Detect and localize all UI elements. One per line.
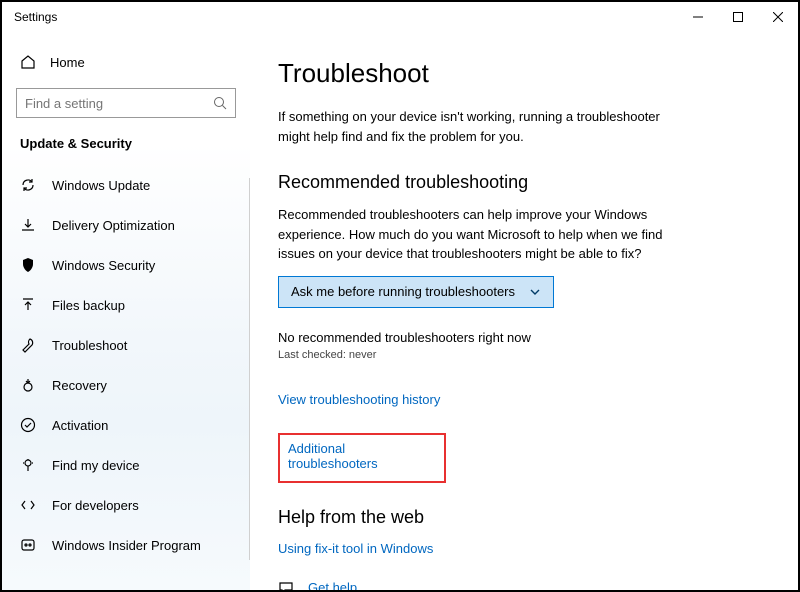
sidebar-item-activation[interactable]: Activation: [2, 405, 250, 445]
recommended-desc: Recommended troubleshooters can help imp…: [278, 205, 678, 264]
search-input[interactable]: [16, 88, 236, 118]
chat-icon: [278, 580, 294, 591]
sidebar-divider: [249, 178, 250, 560]
sidebar-item-find-my-device[interactable]: Find my device: [2, 445, 250, 485]
sidebar-item-for-developers[interactable]: For developers: [2, 485, 250, 525]
troubleshoot-preference-dropdown[interactable]: Ask me before running troubleshooters: [278, 276, 554, 308]
dropdown-value: Ask me before running troubleshooters: [291, 284, 515, 299]
sidebar-item-label: Windows Insider Program: [52, 538, 201, 553]
sidebar-item-windows-insider[interactable]: Windows Insider Program: [2, 525, 250, 565]
check-circle-icon: [20, 417, 36, 433]
window-title: Settings: [14, 10, 57, 24]
additional-troubleshooters-link[interactable]: Additional troubleshooters: [288, 441, 436, 471]
sidebar-section-label: Update & Security: [2, 128, 250, 165]
sidebar-item-delivery-optimization[interactable]: Delivery Optimization: [2, 205, 250, 245]
sidebar-item-label: Find my device: [52, 458, 139, 473]
sidebar-item-label: Recovery: [52, 378, 107, 393]
sidebar-home[interactable]: Home: [2, 42, 250, 82]
last-checked-text: Last checked: never: [278, 349, 758, 361]
sidebar-home-label: Home: [50, 55, 85, 70]
wrench-icon: [20, 337, 36, 353]
sidebar-item-recovery[interactable]: Recovery: [2, 365, 250, 405]
maximize-button[interactable]: [718, 2, 758, 32]
page-title: Troubleshoot: [278, 58, 758, 89]
sidebar: Home Update & Security Windows Update De…: [2, 32, 250, 590]
close-button[interactable]: [758, 2, 798, 32]
sidebar-item-windows-update[interactable]: Windows Update: [2, 165, 250, 205]
fixit-link[interactable]: Using fix-it tool in Windows: [278, 541, 433, 556]
recovery-icon: [20, 377, 36, 393]
main-content: Troubleshoot If something on your device…: [250, 32, 798, 590]
additional-troubleshooters-highlight: Additional troubleshooters: [278, 433, 446, 483]
sync-icon: [20, 177, 36, 193]
shield-icon: [20, 257, 36, 273]
code-icon: [20, 497, 36, 513]
backup-icon: [20, 297, 36, 313]
sidebar-item-files-backup[interactable]: Files backup: [2, 285, 250, 325]
search-icon: [213, 96, 227, 110]
sidebar-item-label: Troubleshoot: [52, 338, 127, 353]
sidebar-item-label: Windows Security: [52, 258, 155, 273]
sidebar-item-label: Windows Update: [52, 178, 150, 193]
recommended-heading: Recommended troubleshooting: [278, 172, 758, 193]
chevron-down-icon: [529, 286, 541, 298]
sidebar-item-label: Delivery Optimization: [52, 218, 175, 233]
download-icon: [20, 217, 36, 233]
sidebar-item-label: Activation: [52, 418, 108, 433]
home-icon: [20, 54, 36, 70]
get-help-row[interactable]: Get help: [278, 580, 758, 591]
sidebar-item-windows-security[interactable]: Windows Security: [2, 245, 250, 285]
minimize-button[interactable]: [678, 2, 718, 32]
location-icon: [20, 457, 36, 473]
get-help-link: Get help: [308, 580, 357, 590]
intro-text: If something on your device isn't workin…: [278, 107, 678, 146]
search-field[interactable]: [25, 96, 213, 111]
sidebar-item-troubleshoot[interactable]: Troubleshoot: [2, 325, 250, 365]
no-recommended-text: No recommended troubleshooters right now: [278, 330, 758, 345]
sidebar-item-label: For developers: [52, 498, 139, 513]
help-heading: Help from the web: [278, 507, 758, 528]
view-history-link[interactable]: View troubleshooting history: [278, 392, 440, 407]
insider-icon: [20, 537, 36, 553]
window-controls: [678, 2, 798, 32]
sidebar-item-label: Files backup: [52, 298, 125, 313]
